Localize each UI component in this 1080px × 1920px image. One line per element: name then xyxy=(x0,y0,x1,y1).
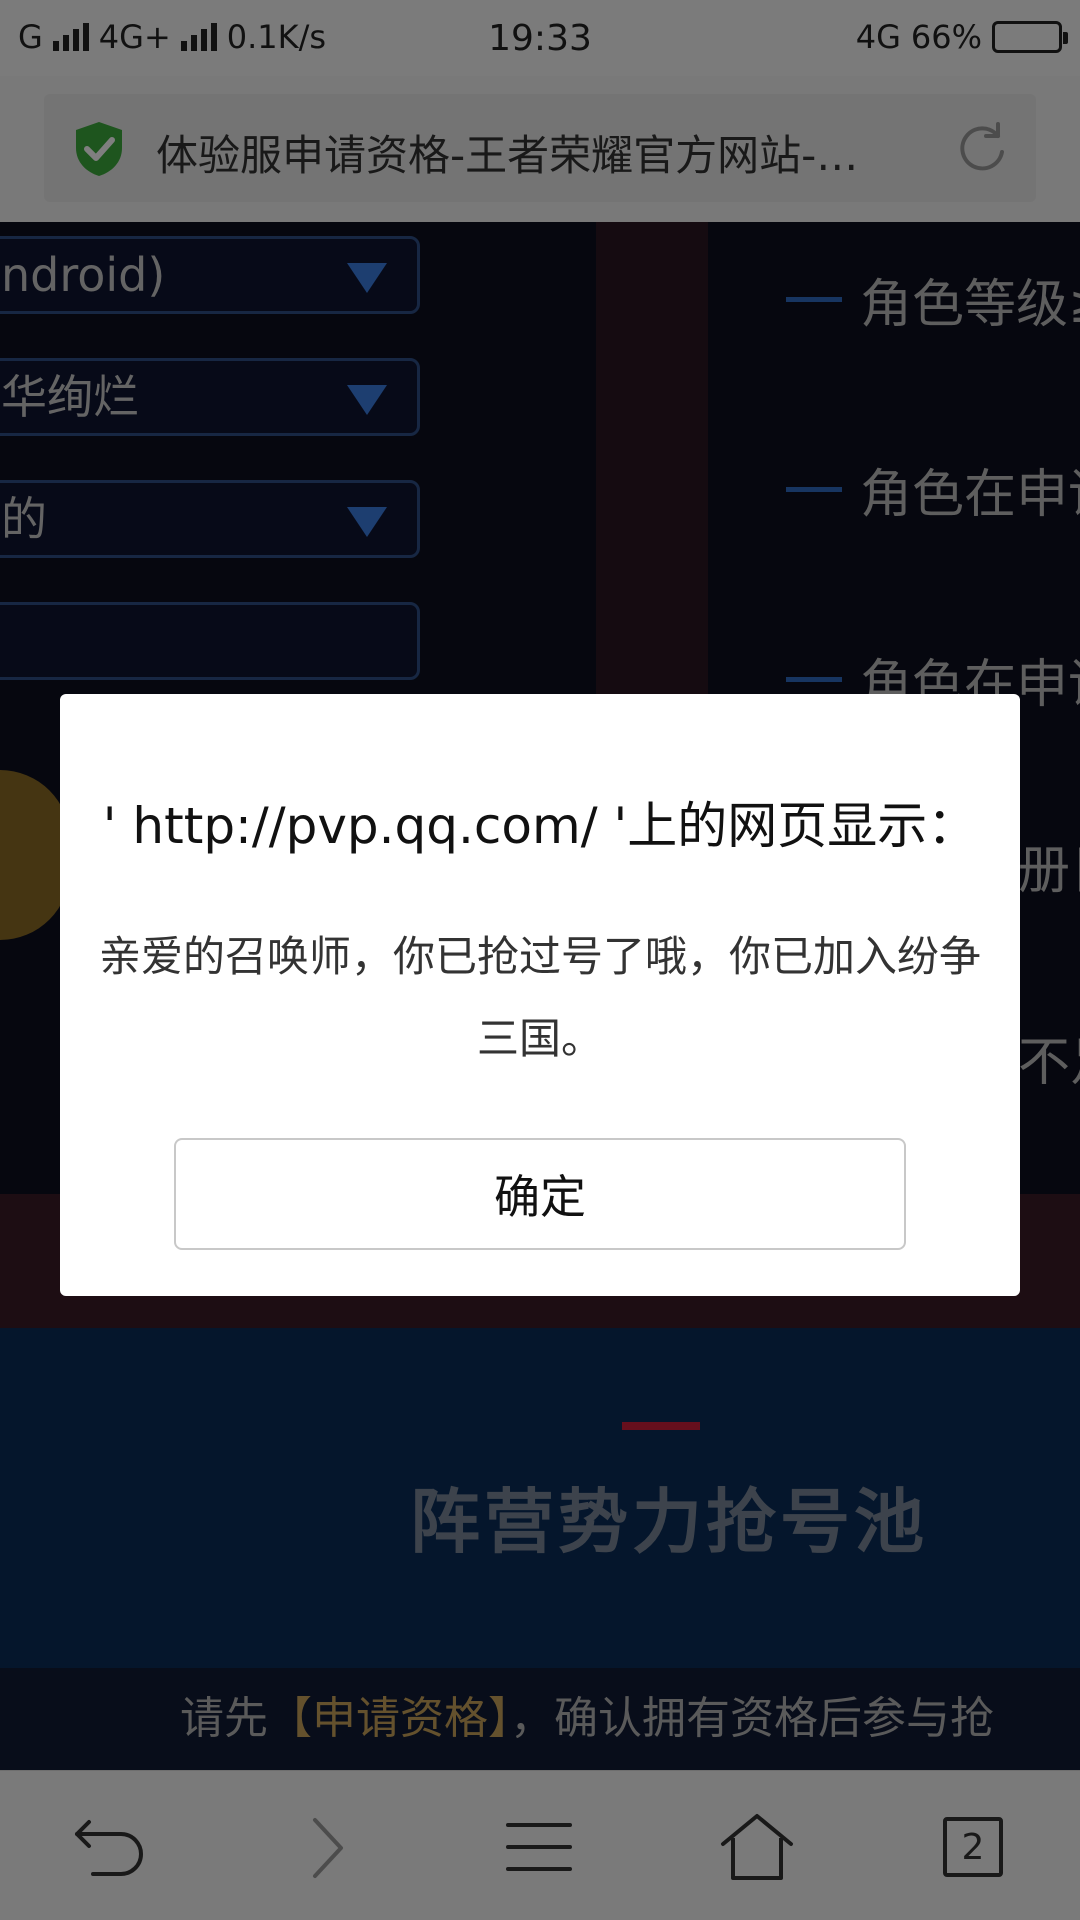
dialog-title: ' http://pvp.qq.com/ '上的网页显示： xyxy=(102,797,978,855)
ok-button[interactable]: 确定 xyxy=(174,1138,906,1250)
dialog-message: 亲爱的召唤师，你已抢过号了哦，你已加入纷争三国。 xyxy=(98,932,981,1063)
alert-dialog: ' http://pvp.qq.com/ '上的网页显示： 亲爱的召唤师，你已抢… xyxy=(60,694,1020,1296)
